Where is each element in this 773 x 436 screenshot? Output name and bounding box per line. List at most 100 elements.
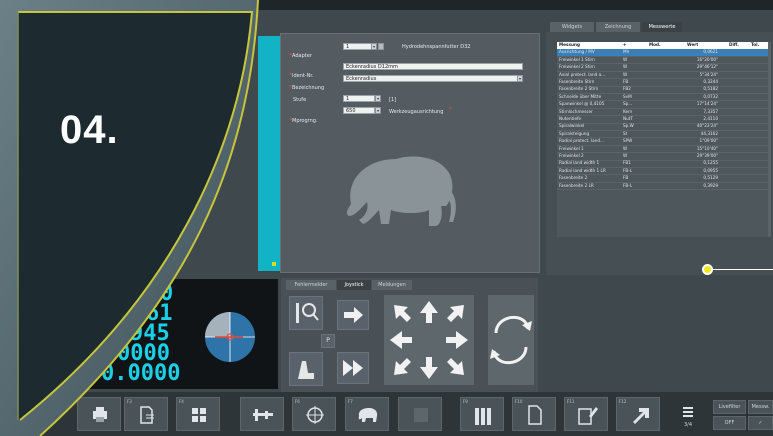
cell-mod: MV: [623, 49, 630, 55]
col-diff[interactable]: Diff.: [729, 42, 739, 49]
cell-val: 2,4110: [703, 116, 718, 121]
cell-val: 44,3162: [700, 130, 718, 136]
status-indicator: [272, 262, 276, 266]
magnifier-icon: [296, 303, 319, 323]
cell-name: Fasenbreite 2 LR: [559, 182, 594, 188]
cell-mod: Kern: [623, 108, 633, 114]
tab-zeichnung[interactable]: Zeichnung: [596, 22, 640, 32]
export-arrow-icon: [633, 408, 649, 424]
binders-icon: [475, 408, 491, 425]
f9-button[interactable]: F9: [460, 397, 504, 431]
messwerte-button[interactable]: Messw.: [748, 400, 773, 414]
cell-mod: FB-L: [623, 167, 633, 173]
p-button[interactable]: P: [321, 334, 335, 348]
cell-name: Freiwinkel 2: [559, 153, 584, 158]
chevron-down-icon[interactable]: ▾: [375, 107, 381, 114]
ident-input[interactable]: Eckenradius D12mm: [343, 63, 523, 70]
measurement-table: Messung + Mod. Wert Diff. Tol. Ausrichtu…: [557, 42, 768, 237]
fkey-label: F6: [295, 399, 300, 404]
cell-name: Fasenbreite 2: [559, 175, 588, 181]
fkey-label: F7: [348, 399, 353, 404]
cell-val: 7,3357: [703, 108, 718, 114]
f4-button[interactable]: F4: [176, 397, 220, 431]
fkey-label: F11: [567, 399, 575, 404]
cell-val: 5°34'24": [699, 71, 719, 77]
rotate-icon[interactable]: [488, 295, 534, 385]
cell-mod: W: [623, 56, 628, 62]
tab-messwerte[interactable]: Messwerte: [642, 22, 682, 32]
adapter-description: Hydrodehnspannfutter D32: [402, 44, 471, 50]
cell-name: Fasenbreite 2 Stirn: [559, 86, 599, 92]
fast-forward-icon: [343, 360, 363, 376]
chevron-down-icon[interactable]: ▾: [371, 43, 377, 50]
stufe-unit: [1]: [389, 97, 397, 103]
picker-icon[interactable]: [378, 43, 384, 50]
required-marker: *: [449, 106, 452, 113]
col-sign[interactable]: +: [623, 42, 627, 49]
cell-val: 29°46'12": [696, 64, 718, 70]
cell-val: 0,0732: [703, 93, 718, 99]
stufe-input[interactable]: 1: [343, 95, 375, 102]
fkey-label: F10: [515, 399, 523, 404]
cell-val: 0,1255: [703, 160, 718, 166]
f7-button[interactable]: F7: [345, 397, 389, 431]
col-messung[interactable]: Messung: [559, 42, 580, 49]
livefilter-button[interactable]: Livefilter: [713, 400, 746, 414]
f1-button[interactable]: [77, 397, 121, 431]
mprogrng-input[interactable]: 650: [343, 107, 375, 114]
direction-arrows-icon[interactable]: [384, 295, 474, 385]
table-scrollbar[interactable]: [768, 42, 771, 237]
table-row[interactable]: Fasenbreite 2 LR FB-L 0,3929: [557, 183, 768, 191]
f11-button[interactable]: F11: [564, 397, 608, 431]
grid-icon: [192, 408, 206, 422]
f10-button[interactable]: F10: [512, 397, 556, 431]
cell-name: Ausrichtung / MV: [559, 49, 595, 55]
off-button[interactable]: OFF: [713, 416, 746, 430]
tool-form-panel: *Adapter 1 ▾ Hydrodehnspannfutter D32 *I…: [280, 33, 540, 273]
tab-fehlermelder[interactable]: Fehlermelder: [286, 280, 336, 290]
step-forward-button[interactable]: [337, 300, 369, 330]
col-wert[interactable]: Wert: [687, 42, 698, 49]
layers-icon: [683, 407, 693, 417]
cell-mod: W: [623, 64, 628, 70]
cell-val: 0,0621: [703, 49, 718, 55]
cell-val: 17°14'24": [696, 101, 718, 107]
cell-val: 40°23'24": [696, 123, 718, 129]
tab-meldungen[interactable]: Meldungen: [372, 280, 412, 290]
tab-joystick[interactable]: Joystick: [337, 280, 371, 290]
chevron-down-icon[interactable]: ▾: [375, 95, 381, 102]
step-number: 04.: [60, 108, 119, 152]
orientation-dial-icon: [205, 312, 255, 362]
zoom-button[interactable]: [289, 296, 323, 330]
tool-button[interactable]: [289, 352, 323, 386]
edit-list-icon: [578, 407, 598, 425]
confirm-button[interactable]: ✓: [748, 416, 773, 430]
chevron-down-icon[interactable]: ▾: [517, 75, 523, 82]
f8-button[interactable]: [398, 397, 442, 431]
cell-mod: Sp.W: [623, 123, 634, 129]
fast-forward-button[interactable]: [337, 352, 369, 384]
col-mod[interactable]: Mod.: [649, 42, 661, 49]
mprogrng-field: *Mprogrng.: [289, 107, 318, 126]
cell-mod: FB: [623, 175, 629, 181]
f3-button[interactable]: F3: [124, 397, 168, 431]
page-indicator[interactable]: 3/4: [678, 403, 698, 429]
bezeichnung-select[interactable]: Eckenradius: [343, 75, 523, 82]
tab-widgets[interactable]: Widgets: [550, 22, 594, 32]
cell-val: 0,3244: [703, 79, 718, 84]
callout-line: [713, 269, 773, 270]
f6-button[interactable]: F6: [292, 397, 336, 431]
cell-mod: SPW: [623, 138, 633, 144]
col-tol[interactable]: Tol.: [751, 42, 759, 49]
f12-button[interactable]: F12: [616, 397, 660, 431]
position-display: 0 61 945 0000 0.0000: [0, 279, 278, 389]
cell-name: Fasenbreite Stirn: [559, 79, 595, 84]
elephant-icon: [358, 408, 378, 422]
f5-button[interactable]: [240, 397, 284, 431]
cell-name: Spanwinkel @ 0,4105: [559, 101, 605, 107]
cell-mod: NutT: [623, 116, 633, 121]
caliper-icon: [253, 409, 273, 421]
fkey-label: F3: [127, 399, 132, 404]
callout-marker[interactable]: [702, 264, 713, 275]
cell-mod: St: [623, 130, 628, 136]
